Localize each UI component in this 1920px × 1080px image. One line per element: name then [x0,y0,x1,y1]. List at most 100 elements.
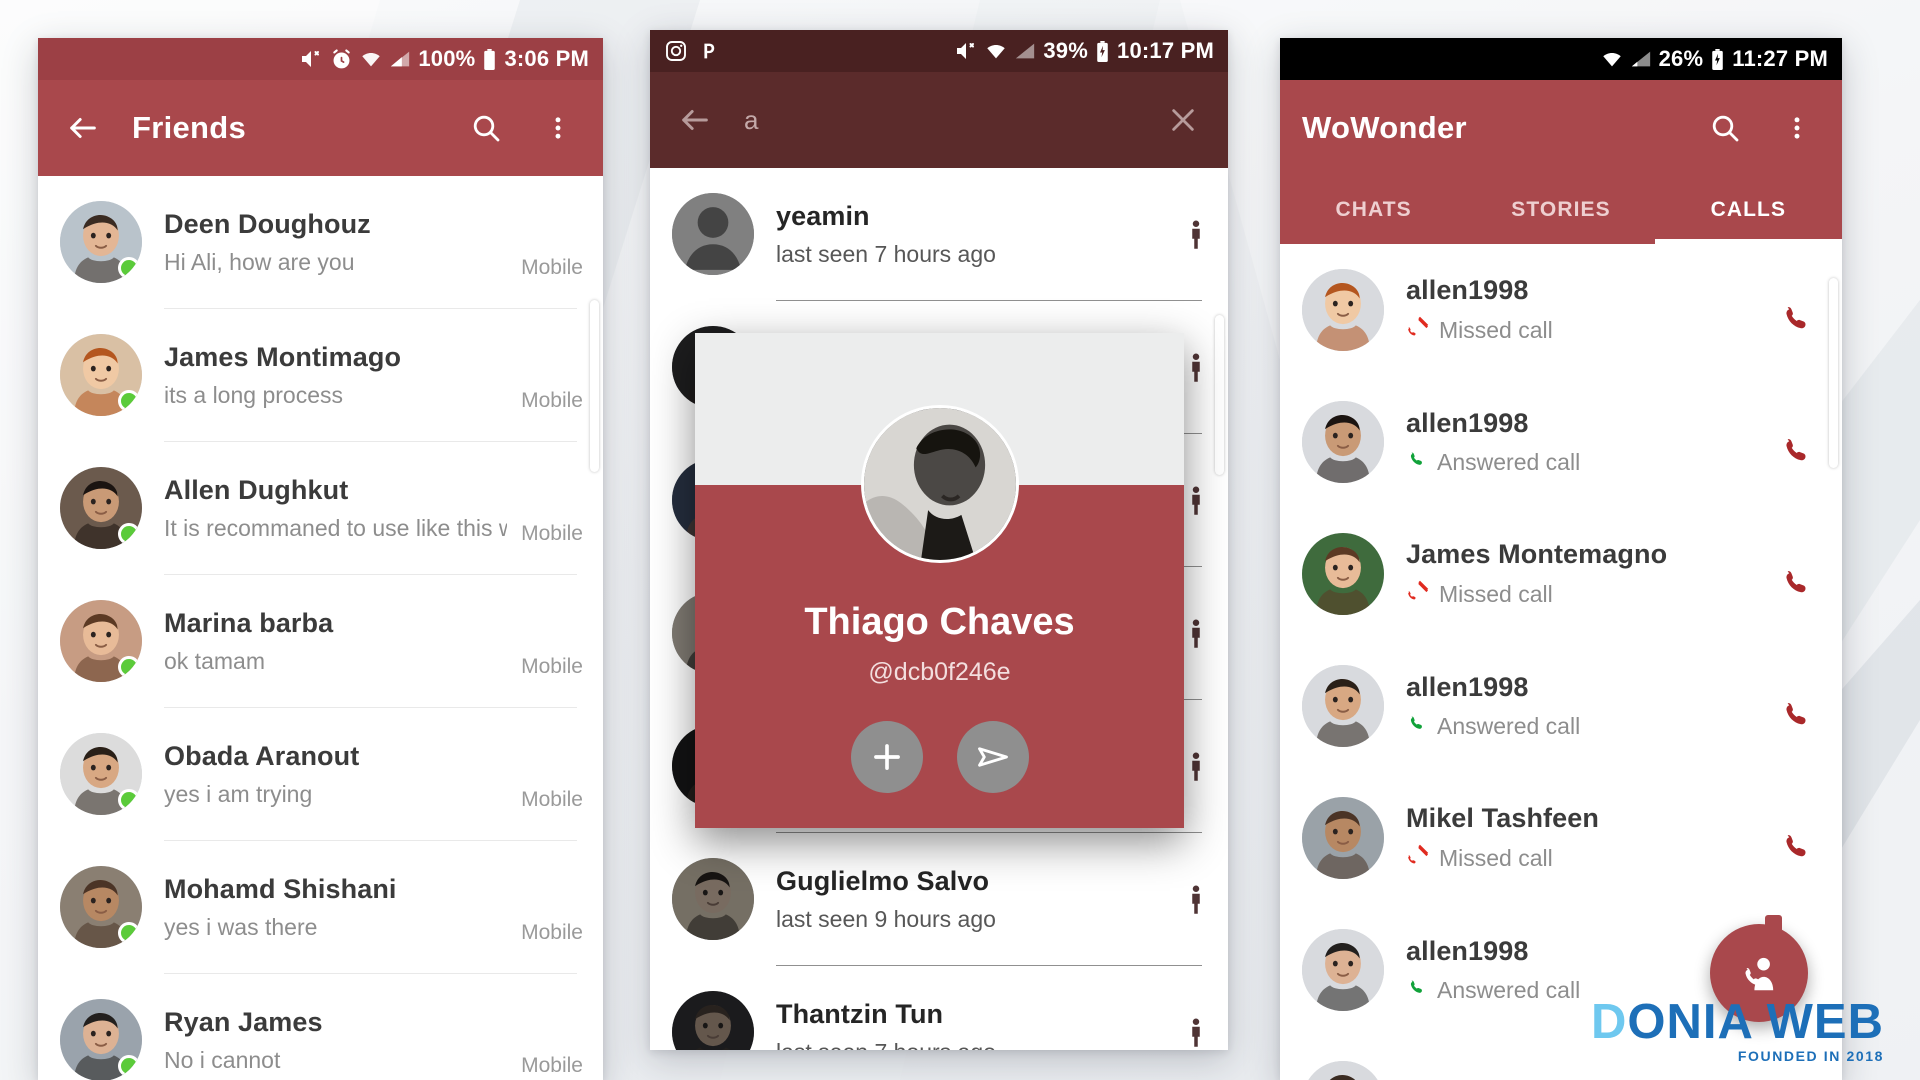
signal-icon [1630,48,1652,70]
friend-info: Allen Dughkut It is recommaned to use li… [164,475,521,542]
result-last-seen: last seen 7 hours ago [776,1039,1174,1051]
friend-name: James Montimago [164,341,402,372]
call-status: Missed call [1406,579,1764,609]
more-vert-icon[interactable] [535,105,581,151]
dialog-user-handle: @dcb0f246e [868,658,1011,686]
call-log-item[interactable]: Mikel Tashfeen Missed call [1280,772,1842,904]
friend-list-item[interactable]: Deen Doughouz Hi Ali, how are you Mobile [38,176,603,308]
call-type-icon [1406,843,1430,873]
mute-icon [954,39,978,63]
friend-info: Deen Doughouz Hi Ali, how are you [164,209,521,276]
back-arrow-icon[interactable] [672,97,718,143]
friend-info: James Montimago its a long process [164,342,521,409]
call-status-text: Missed call [1439,316,1553,343]
call-log-item[interactable]: James Montemagno Missed call [1280,508,1842,640]
gender-icon [1188,752,1228,788]
search-icon[interactable] [463,105,509,151]
friend-last-message: No i cannot [164,1046,281,1073]
friend-meta-label: Mobile [521,522,583,545]
friend-meta-label: Mobile [521,1054,583,1077]
call-type-icon [1406,976,1428,1004]
result-last-seen: last seen 9 hours ago [776,905,996,932]
call-back-button[interactable] [1778,828,1842,872]
search-result-item[interactable]: yeamin last seen 7 hours ago [650,168,1228,300]
friend-last-message: yes i am trying [164,780,313,807]
caller-name: Mikel Tashfeen [1406,803,1599,833]
call-status-text: Answered call [1437,448,1581,475]
tab-bar[interactable]: CHATS STORIES CALLS [1280,176,1842,244]
friend-list-item[interactable]: Mohamd Shishani yes i was there Mobile [38,841,603,973]
user-profile-dialog: Thiago Chaves @dcb0f246e [695,333,1184,828]
friends-app-bar: Friends [38,80,603,176]
caller-name: allen1998 [1406,408,1529,438]
avatar [1302,533,1384,615]
page-title: Friends [132,110,247,145]
result-last-seen: last seen 7 hours ago [776,240,996,267]
avatar [1302,1061,1384,1080]
friend-name: Deen Doughouz [164,208,371,239]
call-info: Mikel Tashfeen Missed call [1406,803,1778,873]
friend-list-item[interactable]: Marina barba ok tamam Mobile [38,575,603,707]
search-icon[interactable] [1702,105,1748,151]
call-type-icon [1406,579,1430,609]
scrollbar-thumb[interactable] [1829,278,1838,468]
call-info: allen1998 Answered call [1406,408,1778,476]
logo-rest: ONIA WEB [1627,995,1884,1050]
status-bar: 39% 10:17 PM [650,30,1228,72]
friend-list-item[interactable]: Allen Dughkut It is recommaned to use li… [38,442,603,574]
avatar [1302,929,1384,1011]
alarm-icon [330,48,353,71]
friend-name: Marina barba [164,607,334,638]
call-log-item[interactable]: allen1998 Missed call [1280,244,1842,376]
friend-info: Mohamd Shishani yes i was there [164,874,521,941]
friend-list-item[interactable]: Ryan James No i cannot Mobile [38,974,603,1080]
tab-chats[interactable]: CHATS [1280,176,1467,244]
avatar [60,866,142,948]
avatar [1302,797,1384,879]
scrollbar-thumb[interactable] [1215,315,1224,475]
online-status-dot [118,257,140,279]
call-back-button[interactable] [1778,696,1842,740]
friend-meta-label: Mobile [521,256,583,279]
status-bar: 100% 3:06 PM [38,38,603,80]
more-vert-icon[interactable] [1774,105,1820,151]
search-result-item[interactable]: Thantzin Tun last seen 7 hours ago [650,966,1228,1050]
tab-calls[interactable]: CALLS [1654,176,1842,244]
call-back-button[interactable] [1778,564,1842,608]
friend-list-item[interactable]: James Montimago its a long process Mobil… [38,309,603,441]
app-title: WoWonder [1302,110,1467,145]
search-result-item[interactable]: Guglielmo Salvo last seen 9 hours ago [650,833,1228,965]
friends-list[interactable]: Deen Doughouz Hi Ali, how are you Mobile… [38,176,603,1080]
search-input[interactable]: a [744,105,1134,136]
call-status-text: Missed call [1439,844,1553,871]
result-name: yeamin [776,200,870,231]
caller-name: allen1998 [1406,275,1529,305]
avatar [672,991,754,1050]
tab-stories[interactable]: STORIES [1467,176,1654,244]
close-icon[interactable] [1160,97,1206,143]
online-status-dot [118,656,140,678]
friend-meta-label: Mobile [521,788,583,811]
answered-call-icon [1410,452,1422,465]
dialog-user-name: Thiago Chaves [804,601,1075,643]
plus-icon[interactable] [850,721,923,793]
friend-name: Ryan James [164,1006,323,1037]
friend-list-item[interactable]: Obada Aranout yes i am trying Mobile [38,708,603,840]
back-arrow-icon[interactable] [60,105,106,151]
battery-icon [482,48,497,71]
missed-call-icon [1408,844,1429,864]
wifi-icon [360,48,382,70]
signal-icon [1014,40,1036,62]
call-log-item[interactable]: allen1998 Answered call [1280,376,1842,508]
call-type-icon [1406,448,1428,476]
scrollbar-thumb[interactable] [590,300,599,472]
status-time: 3:06 PM [504,46,589,71]
status-time: 11:27 PM [1732,46,1828,71]
battery-charging-icon [1095,40,1110,63]
battery-percent: 39% [1043,38,1089,63]
call-status-text: Answered call [1437,976,1581,1003]
avatar [60,334,142,416]
send-icon[interactable] [956,721,1029,793]
result-name: Thantzin Tun [776,998,944,1029]
call-log-item[interactable]: allen1998 Answered call [1280,640,1842,772]
